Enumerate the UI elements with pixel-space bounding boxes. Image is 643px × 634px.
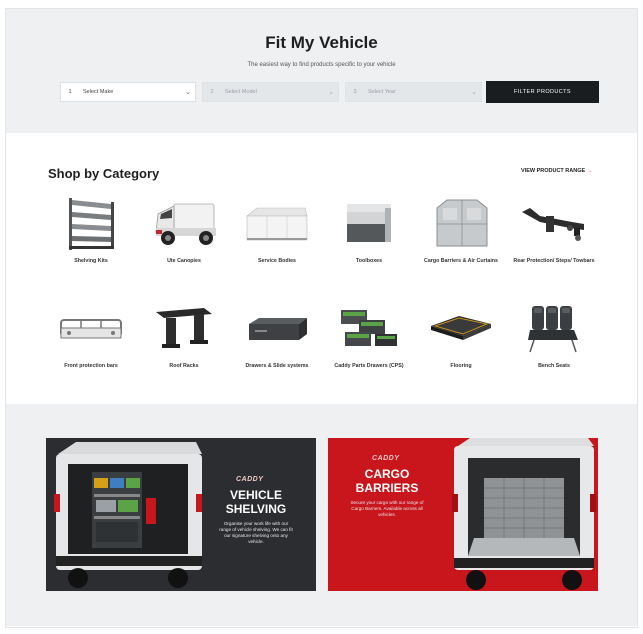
brand-logo: CADDY [236,476,264,483]
select-make-placeholder: Select Make [83,89,114,95]
vehicle-shelving-banner[interactable]: CADDY VEHICLE SHELVING Organise your wor… [46,438,316,591]
select-year-placeholder: Select Year [368,89,396,95]
banner-heading-line2: SHELVING [225,502,287,516]
service-body-icon [246,207,308,241]
drawer-icon [249,318,307,340]
select-model-placeholder: Select Model [225,89,257,95]
category-label: Cargo Barriers & Air Curtains [424,258,498,264]
category-label: Toolboxes [355,258,383,264]
towbar-icon [522,208,584,241]
category-label: Ute Canopies [167,258,201,264]
banner-heading-line1: VEHICLE [229,488,282,502]
arrow-right-icon: → [587,168,593,174]
banner-heading-line1: CARGO [364,467,410,481]
toolbox-icon [347,204,391,242]
category-label: Caddy Parts Drawers (CPS) [334,363,404,369]
category-label: Roof Racks [169,363,199,369]
chevron-down-icon: ⌄ [471,89,477,96]
select-make[interactable]: 1 Select Make ⌄ [60,82,196,102]
view-product-range-link[interactable]: VIEW PRODUCT RANGE → [521,168,593,174]
chevron-down-icon: ⌄ [328,89,334,96]
banner-text-line3: vehicles. [378,512,396,517]
category-label: Shelving Kits [74,258,108,264]
bench-seat-icon [528,306,578,353]
category-label: Drawers & Slide systems [245,363,309,369]
parts-drawer-icon [341,310,397,346]
category-label: Front protection bars [64,363,118,369]
banner-text-line4: vehicle. [248,539,264,544]
cargo-barriers-banner[interactable]: CADDY CARGO BARRIERS Secure your cargo w… [328,438,598,591]
brand-logo: CADDY [372,455,400,462]
select-model[interactable]: 2 Select Model ⌄ [202,82,339,102]
fit-title: Fit My Vehicle [265,33,378,52]
select-year[interactable]: 3 Select Year ⌄ [345,82,482,102]
flooring-icon [431,316,491,340]
view-product-range-label: VIEW PRODUCT RANGE [521,168,586,174]
banner-heading-line2: BARRIERS [355,481,419,495]
van-shelving-image [46,438,206,591]
chevron-down-icon: ⌄ [185,89,191,96]
van-cargo-barrier-image [452,438,596,590]
category-label: Bench Seats [538,363,570,369]
bullbar-icon [60,319,122,339]
category-label: Service Bodies [258,258,296,264]
cargo-barrier-icon [436,199,488,247]
roof-rack-icon [156,308,212,348]
fit-subtitle: The easiest way to find products specifi… [247,62,396,68]
category-label: Flooring [450,363,472,369]
category-label: Rear Protection/ Steps/ Towbars [513,258,595,264]
step-number: 3 [353,89,357,95]
step-number: 2 [210,89,214,95]
fit-my-vehicle-section: Fit My Vehicle The easiest way to find p… [6,9,637,133]
ute-icon [155,203,216,245]
filter-products-button[interactable]: FILTER PRODUCTS [486,81,599,103]
section-title: Shop by Category [48,166,160,181]
step-number: 1 [68,89,72,95]
shelving-icon [69,198,114,250]
